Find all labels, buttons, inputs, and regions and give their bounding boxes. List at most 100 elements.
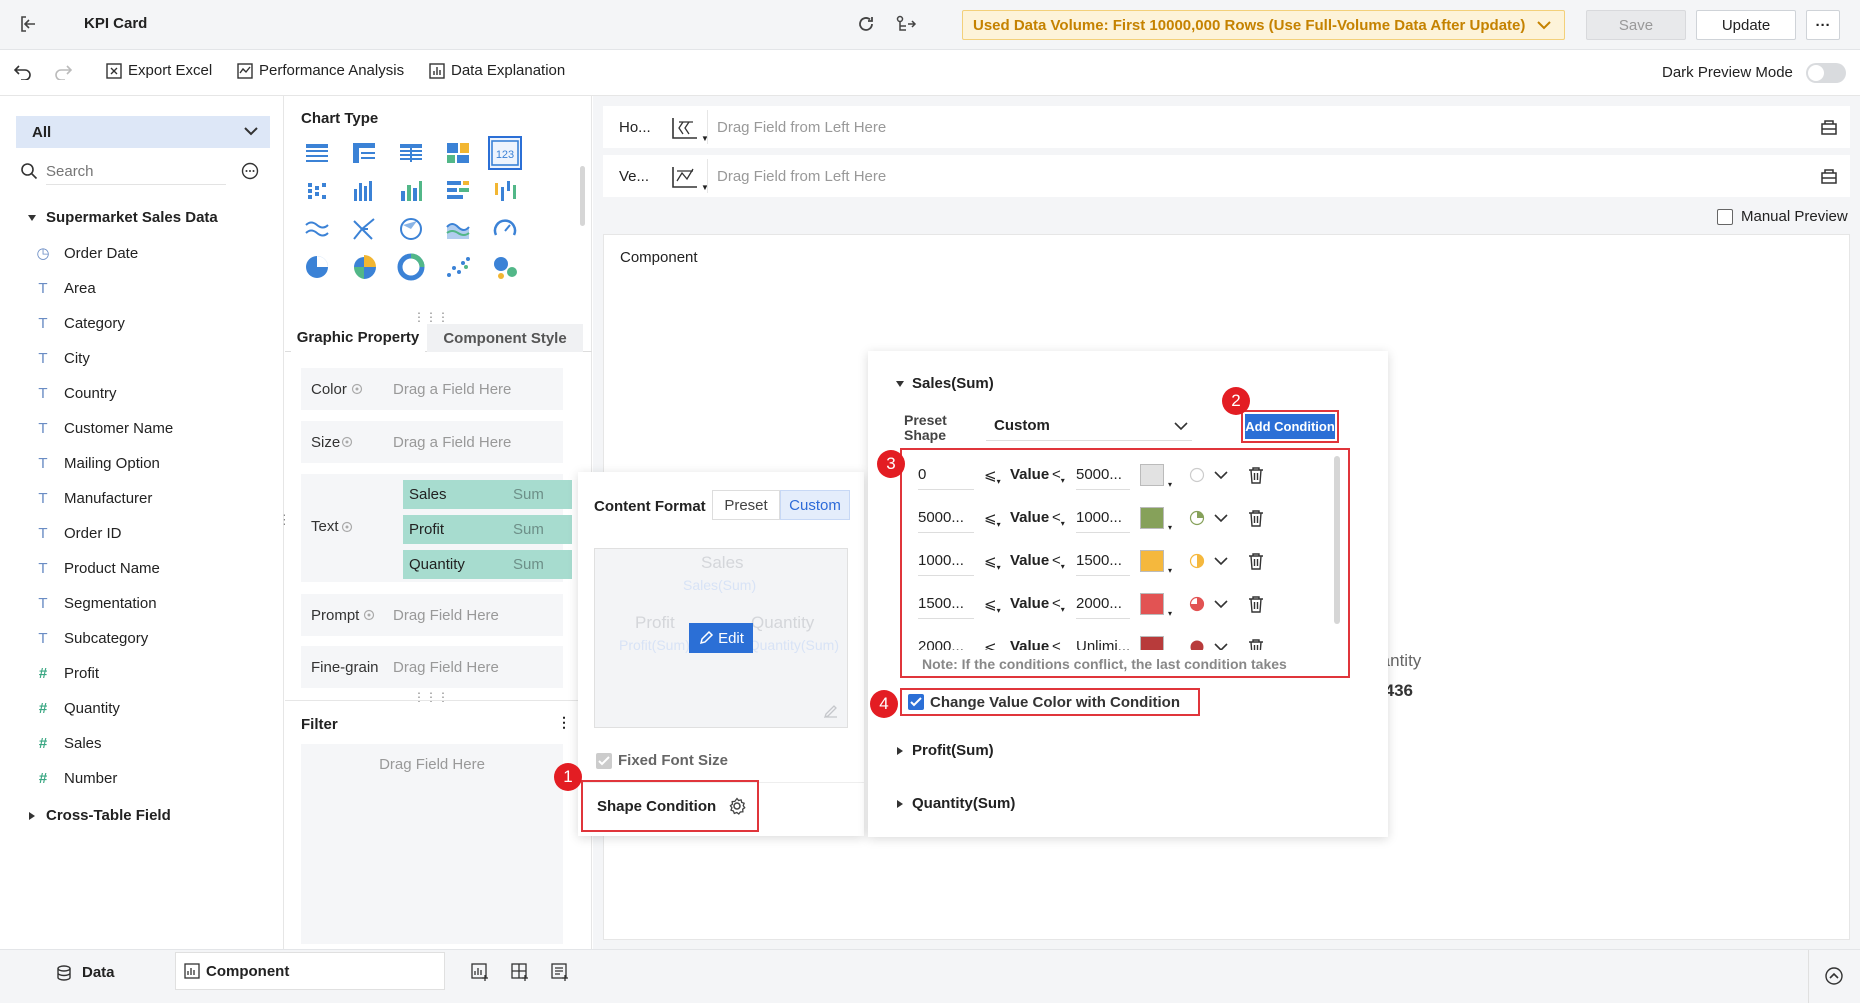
field-item[interactable]: T Segmentation	[34, 588, 156, 618]
condition-min-input[interactable]: 5000...	[918, 509, 974, 533]
rose-pie-icon[interactable]	[349, 252, 379, 282]
condition-max-input[interactable]: 1500...	[1076, 552, 1130, 576]
field-item[interactable]: # Sales	[34, 728, 102, 758]
edit-button[interactable]: Edit	[689, 623, 753, 653]
delete-icon[interactable]	[1248, 552, 1264, 570]
fine-grain-property[interactable]: Fine-grain Drag Field Here	[301, 646, 563, 688]
structure-icon[interactable]	[896, 14, 918, 34]
preset-tab[interactable]: Preset	[712, 490, 780, 520]
area-icon[interactable]	[443, 214, 473, 244]
add-component-icon[interactable]	[470, 962, 490, 982]
tab-component-style[interactable]: Component Style	[427, 324, 583, 352]
condition-scrollbar[interactable]	[1334, 456, 1340, 624]
field-item[interactable]: # Quantity	[34, 693, 120, 723]
filter-more-icon[interactable]: ⋮	[557, 714, 571, 731]
gear-icon[interactable]	[341, 436, 353, 448]
field-filter-dropdown[interactable]: All	[16, 116, 270, 148]
gear-icon[interactable]	[728, 797, 746, 815]
shape-condition-setting[interactable]: Shape Condition	[581, 780, 759, 832]
condition-min-input[interactable]: 0	[918, 466, 974, 490]
performance-analysis-button[interactable]: Performance Analysis	[237, 62, 404, 79]
collapse-up-icon[interactable]	[1824, 966, 1844, 986]
value-color-picker[interactable]	[1140, 550, 1164, 572]
component-tab[interactable]: Component	[175, 952, 445, 990]
drag-handle-icon[interactable]: ⋮⋮⋮	[413, 690, 449, 704]
checkbox-box[interactable]	[1717, 208, 1733, 225]
add-dashboard-icon[interactable]	[510, 962, 530, 982]
preset-shape-select[interactable]: Custom	[986, 411, 1192, 441]
condition-max-input[interactable]: 5000...	[1076, 466, 1130, 490]
text-property[interactable]: Text Sales Sum Profit Sum Quantity Sum	[301, 474, 572, 582]
field-item[interactable]: T Order ID	[34, 518, 121, 548]
dark-preview-toggle[interactable]	[1806, 63, 1846, 83]
size-property[interactable]: Size Drag a Field Here	[301, 421, 563, 463]
export-excel-button[interactable]: Export Excel	[106, 62, 212, 79]
kpi-card-icon[interactable]: 123	[488, 136, 522, 170]
dot-bar-icon[interactable]	[302, 176, 332, 206]
condition-min-input[interactable]: 1000...	[918, 552, 974, 576]
lte-operator-select[interactable]: ⩽▾	[984, 509, 1001, 529]
column-range-icon[interactable]	[490, 176, 520, 206]
lt-operator-select[interactable]: <▾	[1052, 595, 1065, 614]
shape-dropdown-chevron-icon[interactable]	[1214, 470, 1228, 480]
field-item[interactable]: T Mailing Option	[34, 448, 159, 478]
data-volume-notice[interactable]: Used Data Volume: First 10000,000 Rows (…	[962, 10, 1565, 40]
color-property[interactable]: Color Drag a Field Here	[301, 368, 563, 410]
list-table-icon[interactable]	[396, 138, 426, 168]
field-item[interactable]: T Customer Name	[34, 413, 173, 443]
prompt-drop-zone[interactable]: Drag Field Here	[393, 607, 499, 624]
change-value-color-checkbox[interactable]: Change Value Color with Condition	[900, 688, 1200, 716]
custom-tab[interactable]: Custom	[780, 490, 850, 520]
refresh-icon[interactable]	[856, 14, 876, 34]
scatter-icon[interactable]	[443, 252, 473, 282]
text-field-pill[interactable]: Quantity Sum	[403, 550, 572, 579]
dataset-node[interactable]: Supermarket Sales Data	[28, 209, 218, 226]
checkbox-checked-disabled[interactable]	[596, 752, 612, 769]
field-item[interactable]: T Manufacturer	[34, 483, 152, 513]
color-drop-zone[interactable]: Drag a Field Here	[393, 381, 511, 398]
gauge-icon[interactable]	[490, 214, 520, 244]
value-color-picker[interactable]	[1140, 464, 1164, 486]
lte-operator-select[interactable]: ⩽▾	[984, 595, 1001, 615]
condition-max-input[interactable]: 2000...	[1076, 595, 1130, 619]
polar-icon[interactable]	[396, 214, 426, 244]
data-tab[interactable]: Data	[56, 964, 115, 981]
filter-drop-zone[interactable]: Drag Field Here	[301, 744, 563, 944]
cross-table-icon[interactable]	[349, 138, 379, 168]
save-button[interactable]: Save	[1586, 10, 1686, 40]
pie-icon[interactable]	[302, 252, 332, 282]
search-input[interactable]	[46, 159, 226, 185]
lt-operator-select[interactable]: <▾	[1052, 509, 1065, 528]
grouped-bar-icon[interactable]	[349, 176, 379, 206]
axis-horizontal-icon[interactable]	[671, 116, 699, 140]
lte-operator-select[interactable]: ⩽▾	[984, 466, 1001, 486]
value-color-picker[interactable]	[1140, 507, 1164, 529]
field-item[interactable]: ◷ Order Date	[34, 238, 138, 268]
gear-icon[interactable]	[341, 521, 353, 533]
cross-table-node[interactable]: Cross-Table Field	[28, 807, 171, 824]
value-color-picker[interactable]	[1140, 593, 1164, 615]
prompt-property[interactable]: Prompt Drag Field Here	[301, 594, 563, 636]
axis-vertical-icon[interactable]	[671, 165, 699, 189]
update-button[interactable]: Update	[1696, 10, 1796, 40]
text-field-pill[interactable]: Profit Sum	[403, 515, 572, 544]
donut-icon[interactable]	[396, 252, 426, 282]
vertical-drop-zone[interactable]: Drag Field from Left Here	[717, 168, 886, 185]
treemap-icon[interactable]	[443, 138, 473, 168]
delete-icon[interactable]	[1248, 595, 1264, 613]
field-item[interactable]: T Product Name	[34, 553, 159, 583]
lt-operator-select[interactable]: <▾	[1052, 552, 1065, 571]
shape-dropdown-chevron-icon[interactable]	[1214, 513, 1228, 523]
more-options-icon[interactable]	[241, 162, 259, 180]
lock-icon[interactable]	[1820, 167, 1838, 185]
field-item[interactable]: T Area	[34, 273, 95, 303]
quantity-section-header[interactable]: Quantity(Sum)	[896, 795, 1015, 812]
condition-max-input[interactable]: 1000...	[1076, 509, 1130, 533]
horizontal-bar-icon[interactable]	[443, 176, 473, 206]
shape-dropdown-chevron-icon[interactable]	[1214, 599, 1228, 609]
lock-icon[interactable]	[1820, 118, 1838, 136]
add-condition-button[interactable]: Add Condition	[1245, 414, 1335, 439]
profit-section-header[interactable]: Profit(Sum)	[896, 742, 994, 759]
gear-icon[interactable]	[363, 609, 375, 621]
field-item[interactable]: # Profit	[34, 658, 99, 688]
